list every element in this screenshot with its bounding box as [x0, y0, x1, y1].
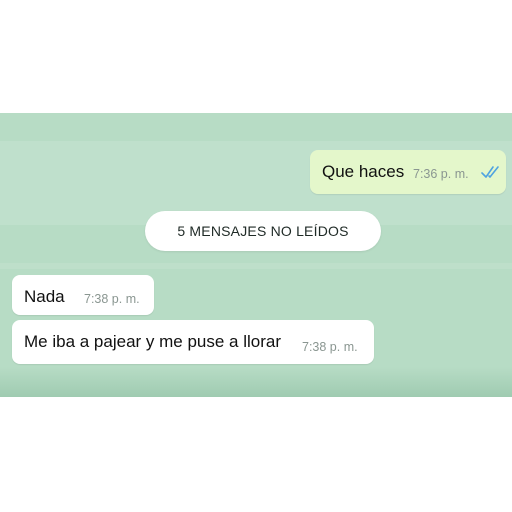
- outgoing-message-bubble[interactable]: Que haces 7:36 p. m.: [310, 150, 506, 194]
- message-text: Que haces: [322, 162, 405, 181]
- bottom-strip: [0, 367, 512, 397]
- message-time: 7:38 p. m.: [84, 292, 140, 306]
- incoming-message-bubble[interactable]: Nada 7:38 p. m.: [12, 275, 154, 315]
- incoming-message-bubble[interactable]: Me iba a pajear y me puse a llorar 7:38 …: [12, 320, 374, 364]
- message-time: 7:36 p. m.: [413, 167, 469, 181]
- message-time: 7:38 p. m.: [302, 340, 358, 354]
- double-check-read-icon: [481, 166, 499, 178]
- chat-area: Que haces 7:36 p. m. 5 MENSAJES NO LEÍDO…: [0, 113, 512, 397]
- message-text: Nada: [24, 287, 65, 306]
- message-text: Me iba a pajear y me puse a llorar: [24, 332, 282, 351]
- background-band: [0, 263, 512, 269]
- unread-messages-divider: 5 MENSAJES NO LEÍDOS: [145, 211, 381, 251]
